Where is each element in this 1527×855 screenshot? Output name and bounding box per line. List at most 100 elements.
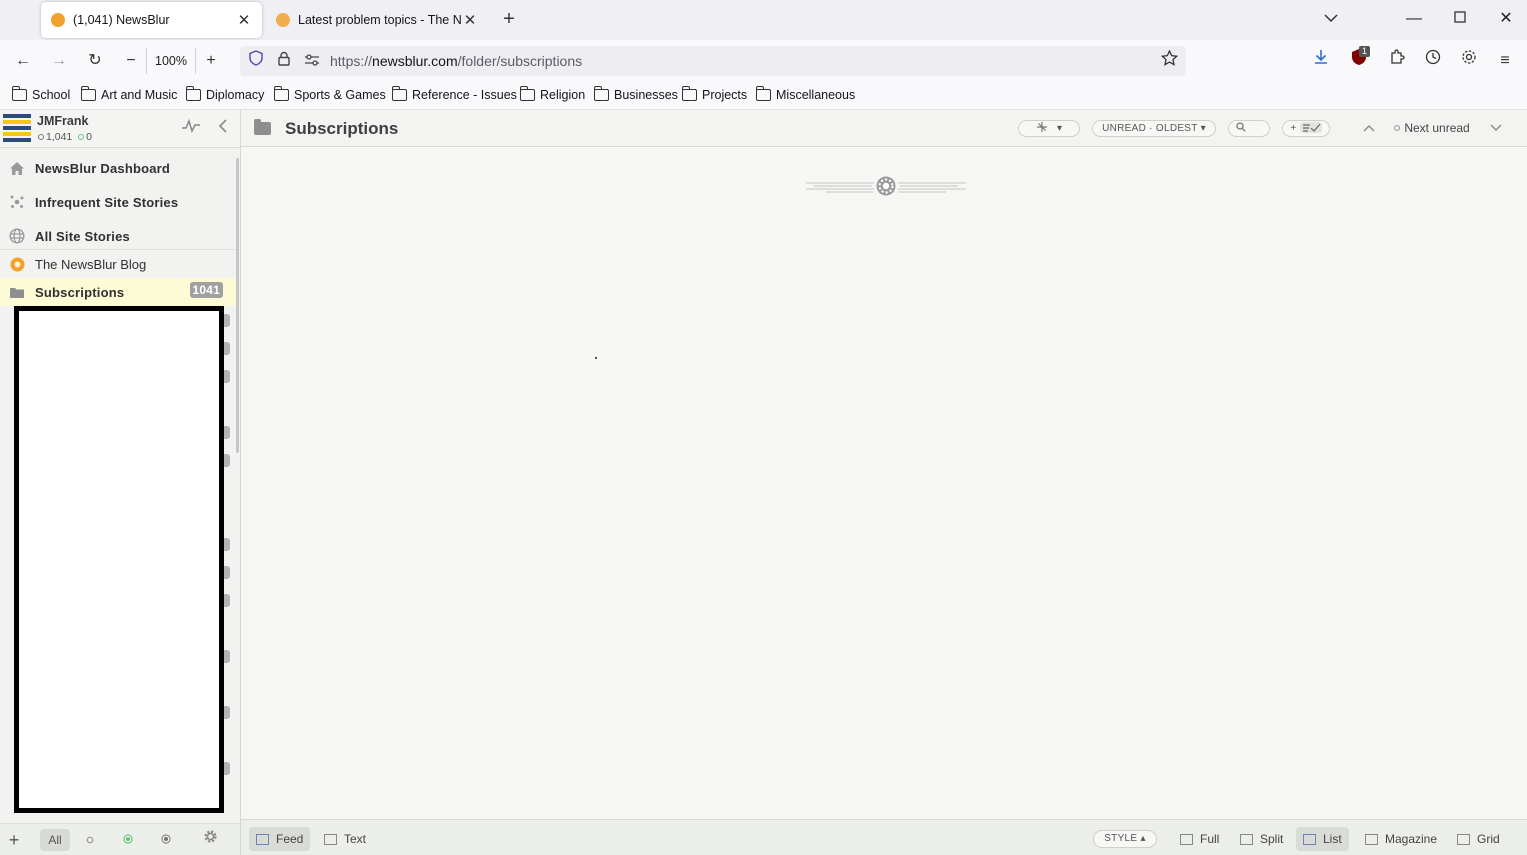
globe-icon	[9, 228, 25, 244]
sidebar-item-infrequent[interactable]: Infrequent Site Stories	[0, 186, 238, 218]
feed-count-peek	[224, 650, 230, 663]
feed-count-peek	[224, 370, 230, 383]
sidebar-item-newsblur-blog[interactable]: The NewsBlur Blog	[0, 250, 238, 278]
layout-grid-button[interactable]: Grid	[1450, 827, 1507, 851]
folder-icon	[274, 86, 289, 101]
story-order-dropdown[interactable]: UNREAD · OLDEST ▾	[1092, 120, 1216, 137]
zoom-out-button[interactable]: −	[118, 48, 144, 74]
mark-read-icon	[1299, 122, 1322, 133]
feed-view-button[interactable]: Feed	[249, 827, 311, 851]
add-feed-button[interactable]: +	[6, 829, 22, 851]
next-unread-button[interactable]: Next unread	[1393, 121, 1470, 135]
tab-newsblur[interactable]: (1,041) NewsBlur ✕	[41, 2, 262, 38]
newsblur-favicon	[9, 256, 25, 272]
permissions-button[interactable]	[301, 50, 323, 72]
folder-icon	[254, 119, 271, 135]
full-layout-icon	[1180, 833, 1193, 845]
filter-all-button[interactable]: All	[40, 829, 70, 851]
filter-saved-button[interactable]	[158, 829, 174, 851]
close-icon[interactable]: ✕	[462, 11, 478, 29]
app-menu-button[interactable]: ≡	[1492, 48, 1518, 74]
next-story-button[interactable]	[1485, 117, 1507, 139]
saved-dot-icon	[161, 834, 171, 844]
activity-button[interactable]	[180, 118, 202, 140]
sparkle-icon	[1036, 122, 1047, 132]
forward-button[interactable]: →	[46, 48, 72, 74]
folder-icon	[392, 86, 407, 101]
zoom-in-button[interactable]: +	[198, 48, 224, 74]
previous-story-button[interactable]	[1358, 117, 1380, 139]
sidebar-settings-button[interactable]	[200, 829, 220, 851]
bookmark-folder[interactable]: Religion	[520, 86, 585, 102]
collapse-sidebar-button[interactable]	[212, 118, 234, 140]
sidebar-scrollbar[interactable]	[236, 158, 239, 453]
magazine-layout-icon	[1365, 833, 1378, 845]
lock-icon	[278, 51, 290, 66]
bookmark-folder[interactable]: Art and Music	[81, 86, 177, 102]
style-dropdown[interactable]: STYLE ▴	[1093, 830, 1157, 848]
bookmark-folder[interactable]: Sports & Games	[274, 86, 386, 102]
bookmark-folder[interactable]: Businesses	[594, 86, 678, 102]
downloads-button[interactable]	[1308, 48, 1334, 74]
folder-icon	[682, 86, 697, 101]
bookmark-star-button[interactable]	[1158, 49, 1180, 72]
bookmark-folder[interactable]: Projects	[682, 86, 747, 102]
focus-dot-icon	[78, 134, 85, 140]
intelligence-filter-dropdown[interactable]: ▾	[1018, 120, 1080, 137]
url-text[interactable]: https://newsblur.com/folder/subscription…	[330, 53, 582, 69]
text-view-button[interactable]: Text	[317, 827, 373, 851]
sidebar-item-subscriptions[interactable]: Subscriptions 1041	[0, 278, 238, 306]
pulse-icon	[182, 118, 200, 134]
close-icon[interactable]: ✕	[236, 11, 252, 29]
zoom-level[interactable]: 100%	[146, 48, 196, 74]
feed-count-peek	[224, 314, 230, 327]
history-button[interactable]	[1420, 48, 1446, 74]
feed-view-icon	[256, 833, 269, 845]
site-security-button[interactable]	[273, 50, 295, 72]
feed-count-peek	[224, 706, 230, 719]
bookmark-folder[interactable]: Diplomacy	[186, 86, 264, 102]
bookmark-folder[interactable]: Miscellaneous	[756, 86, 855, 102]
feed-count-peek	[224, 342, 230, 355]
account-counts: 1,041 0	[38, 131, 92, 143]
back-button[interactable]: ←	[10, 48, 36, 74]
maximize-button[interactable]	[1448, 8, 1472, 32]
tracking-protection-button[interactable]	[245, 50, 267, 72]
home-icon	[9, 160, 25, 176]
tab-forum[interactable]: Latest problem topics - The Ne ✕	[266, 2, 488, 38]
sidebar-item-all-stories[interactable]: All Site Stories	[0, 220, 238, 252]
feed-count-peek	[224, 538, 230, 551]
feed-count-peek	[224, 426, 230, 439]
layout-list-button[interactable]: List	[1296, 827, 1349, 851]
mark-read-button[interactable]: +	[1282, 120, 1330, 137]
extensions-button[interactable]	[1384, 48, 1410, 74]
folder-icon	[594, 86, 609, 101]
layout-split-button[interactable]: Split	[1233, 827, 1290, 851]
username[interactable]: JMFrank	[37, 114, 88, 128]
gear-icon	[203, 830, 217, 843]
bookmark-folder[interactable]: Reference - Issues	[392, 86, 517, 102]
layout-full-button[interactable]: Full	[1173, 827, 1226, 851]
layout-magazine-button[interactable]: Magazine	[1358, 827, 1444, 851]
folder-icon	[186, 86, 201, 101]
ublock-extension-button[interactable]: 1	[1346, 46, 1372, 74]
infrequent-icon	[9, 194, 25, 210]
minimize-button[interactable]: —	[1402, 8, 1426, 32]
close-window-button[interactable]: ✕	[1494, 8, 1518, 32]
bookmark-folder[interactable]: School	[12, 86, 70, 102]
reload-button[interactable]: ↻	[82, 48, 108, 74]
sidebar-footer: + All	[0, 823, 240, 855]
filter-focus-button[interactable]	[120, 829, 136, 851]
list-tabs-button[interactable]	[1319, 8, 1343, 32]
search-stories-input[interactable]	[1228, 120, 1270, 137]
extension-badge: 1	[1359, 46, 1371, 57]
settings-button[interactable]	[1456, 48, 1482, 74]
address-bar[interactable]: https://newsblur.com/folder/subscription…	[240, 46, 1186, 76]
filter-unread-button[interactable]	[82, 829, 98, 851]
tab-title: (1,041) NewsBlur	[73, 13, 170, 27]
sidebar-item-dashboard[interactable]: NewsBlur Dashboard	[0, 152, 238, 184]
folder-icon	[12, 86, 27, 101]
newsblur-logo[interactable]	[3, 114, 31, 143]
story-footer: Feed Text STYLE ▴ Full Split List Magazi…	[241, 819, 1527, 855]
new-tab-button[interactable]: +	[498, 8, 520, 30]
